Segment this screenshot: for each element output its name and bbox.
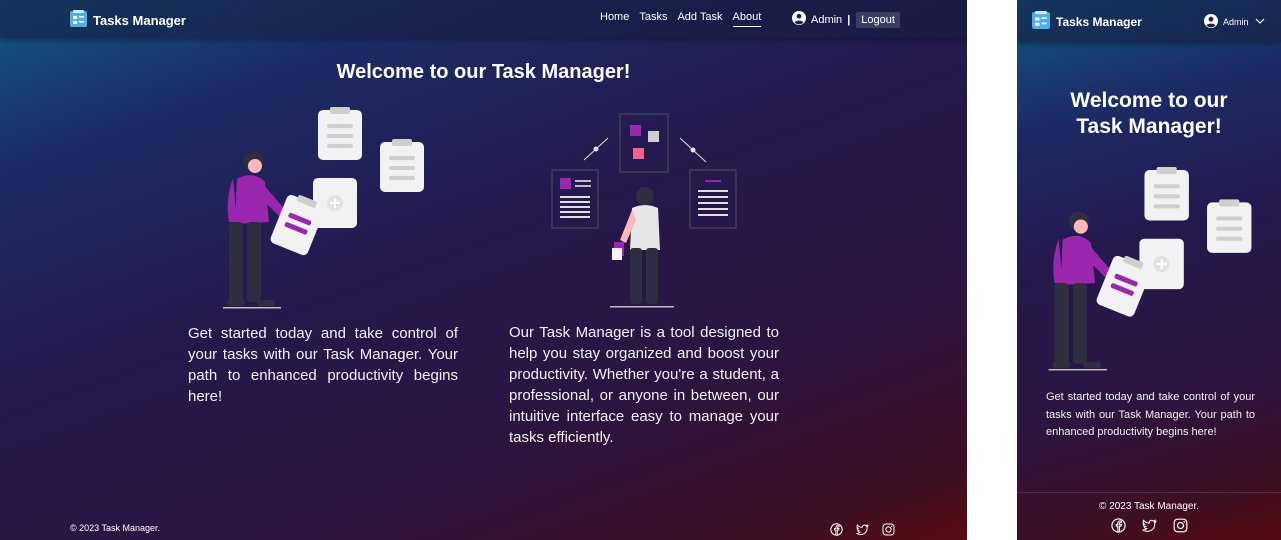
footer-social <box>830 523 895 540</box>
tasks-logo-icon <box>70 10 87 30</box>
footer-copyright: © 2023 Task Manager. <box>70 523 161 533</box>
brand-name: Tasks Manager <box>1056 14 1142 29</box>
facebook-icon[interactable] <box>830 523 843 540</box>
brand-logo[interactable]: Tasks Manager <box>70 10 186 30</box>
mobile-task-person-illustration <box>1039 164 1259 376</box>
page-title: Welcome to our Task Manager! <box>336 61 631 83</box>
mobile-footer-social <box>1111 518 1188 538</box>
mobile-navbar: Tasks Manager Admin <box>1017 0 1281 42</box>
nav-add-task[interactable]: Add Task <box>677 11 722 27</box>
nav-links: Home Tasks Add Task About <box>600 11 762 27</box>
intro-paragraph: Get started today and take control of yo… <box>188 325 458 405</box>
mobile-brand-logo[interactable]: Tasks Manager <box>1032 11 1142 32</box>
mobile-view: Tasks Manager Admin Welcome to our Task … <box>1017 0 1281 540</box>
desktop-view: Tasks Manager Home Tasks Add Task About … <box>0 0 967 540</box>
footer-divider <box>1017 492 1281 493</box>
user-icon <box>792 11 806 28</box>
productivity-illustration <box>550 110 740 310</box>
user-menu[interactable]: Admin | Logout <box>792 11 900 28</box>
mobile-intro-paragraph: Get started today and take control of yo… <box>1046 391 1255 438</box>
twitter-icon[interactable] <box>1142 518 1157 538</box>
mobile-page-title: Welcome to our Task Manager! <box>1017 88 1281 140</box>
mobile-user-menu[interactable]: Admin <box>1204 14 1265 30</box>
nav-separator: | <box>847 13 851 26</box>
nav-about[interactable]: About <box>732 11 762 27</box>
brand-name: Tasks Manager <box>93 12 186 28</box>
logout-button[interactable]: Logout <box>856 11 900 28</box>
mobile-footer-copyright: © 2023 Task Manager. <box>1098 501 1200 512</box>
mobile-title-line-1: Welcome to our <box>1070 89 1228 112</box>
mobile-title-line-2: Task Manager! <box>1076 115 1222 138</box>
facebook-icon[interactable] <box>1111 518 1126 538</box>
user-name: Admin <box>1223 17 1249 27</box>
instagram-icon[interactable] <box>882 523 895 540</box>
chevron-down-icon <box>1255 17 1265 27</box>
task-person-illustration <box>215 104 430 314</box>
twitter-icon[interactable] <box>856 523 869 540</box>
nav-home[interactable]: Home <box>600 11 629 27</box>
user-name: Admin <box>811 13 843 26</box>
navbar: Tasks Manager Home Tasks Add Task About … <box>0 0 967 38</box>
nav-tasks[interactable]: Tasks <box>639 11 667 27</box>
about-paragraph: Our Task Manager is a tool designed to h… <box>509 324 779 446</box>
instagram-icon[interactable] <box>1173 518 1188 538</box>
user-icon <box>1204 14 1218 30</box>
tasks-logo-icon <box>1032 11 1050 32</box>
